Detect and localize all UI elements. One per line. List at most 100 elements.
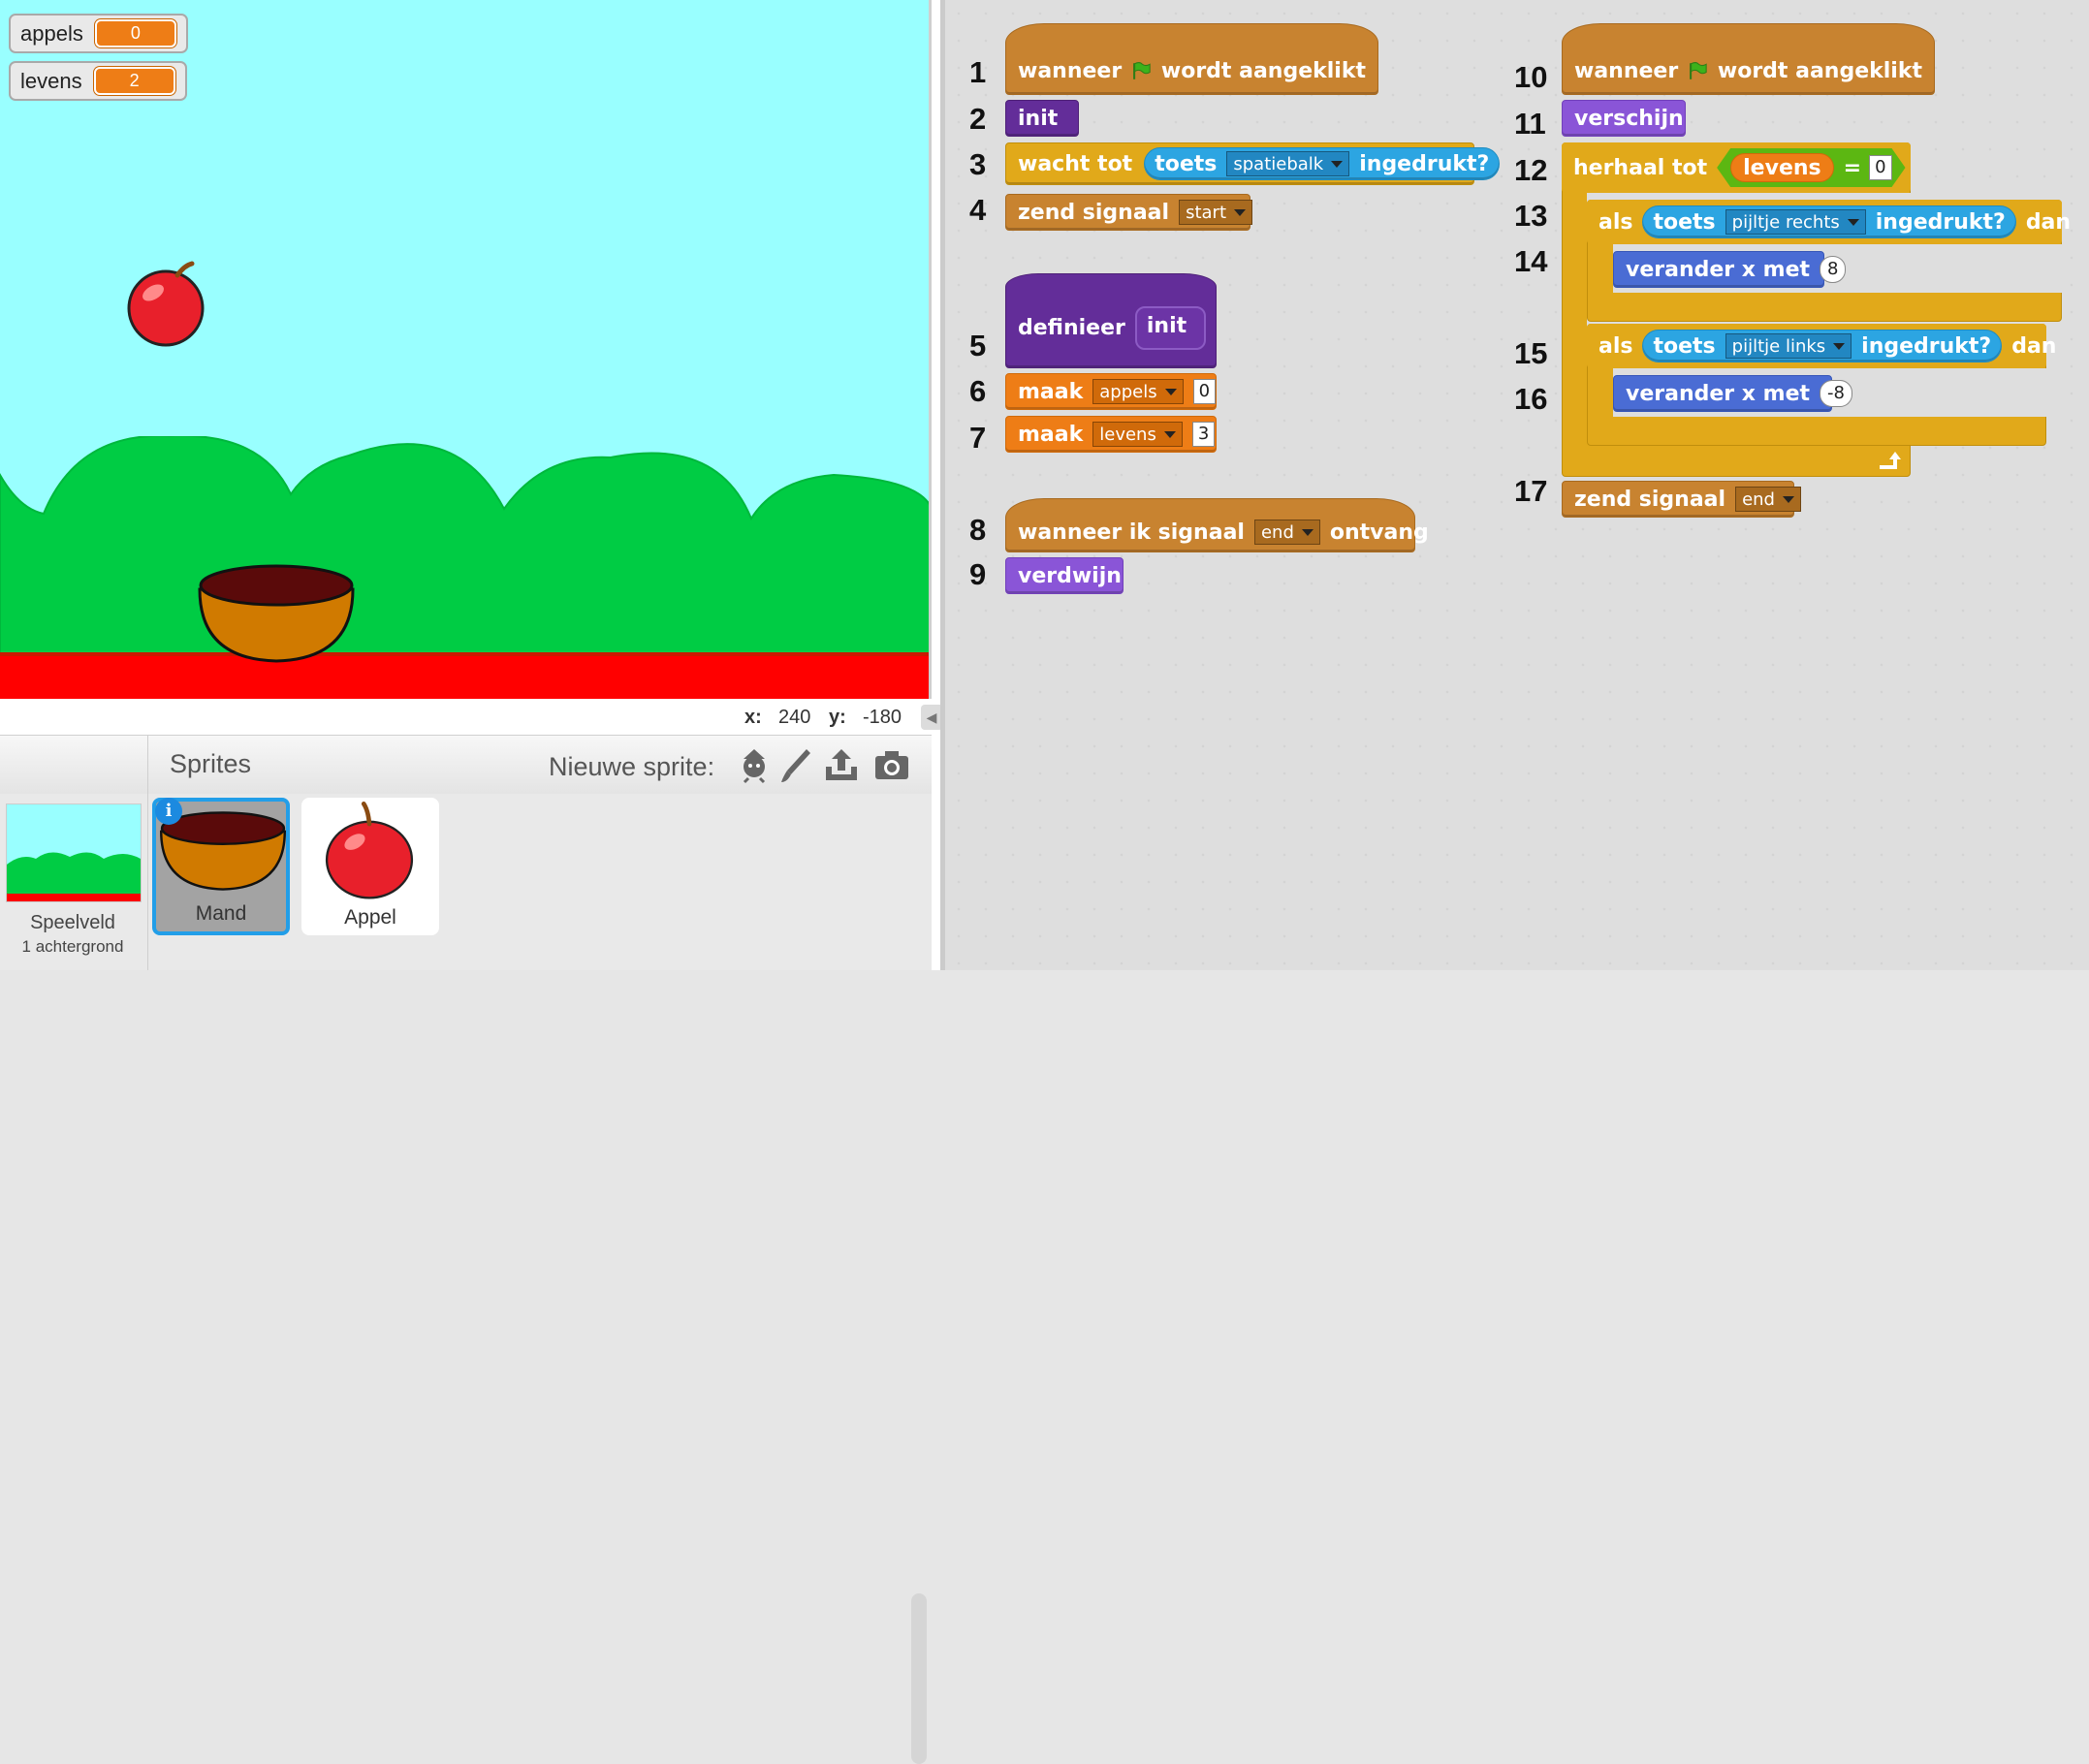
loop-arrow-icon <box>1880 452 1901 469</box>
key-dropdown[interactable]: spatiebalk <box>1226 151 1350 176</box>
sprite-list-scrollbar[interactable] <box>911 1593 927 1764</box>
key-pressed-block[interactable]: toets spatiebalk ingedrukt? <box>1144 147 1501 180</box>
upload-sprite-icon[interactable] <box>822 745 861 784</box>
line-number: 14 <box>1514 244 1548 278</box>
green-flag-icon <box>1133 62 1151 79</box>
line-number: 7 <box>969 421 987 455</box>
paint-brush-icon[interactable] <box>777 745 816 784</box>
signal-dropdown[interactable]: end <box>1253 520 1320 545</box>
value-input[interactable]: 0 <box>1192 379 1217 404</box>
dropdown-value: spatiebalk <box>1233 153 1324 174</box>
monitor-label: levens <box>20 68 82 93</box>
sprite-tile-appel[interactable]: Appel <box>301 798 439 935</box>
info-icon[interactable]: i <box>155 798 182 825</box>
change-x-block[interactable]: verander x met 8 <box>1613 251 1847 288</box>
broadcast-dropdown[interactable]: end <box>1735 487 1801 512</box>
sprite-panel-header: Sprites Nieuwe sprite: <box>0 735 932 795</box>
stage-thumbnail-column[interactable]: Speelveld 1 achtergrond <box>0 794 148 970</box>
value-input[interactable]: 3 <box>1191 422 1216 447</box>
block-text: zend signaal <box>1574 487 1726 512</box>
repeat-until-header[interactable]: herhaal tot levens = 0 <box>1562 142 1911 193</box>
broadcast-block[interactable]: zend signaal end <box>1562 481 1801 518</box>
block-text: verander x met <box>1626 381 1811 406</box>
dropdown-value: end <box>1260 521 1294 543</box>
line-number: 5 <box>969 329 987 362</box>
block-text: herhaal tot <box>1573 155 1708 180</box>
block-text: als <box>1598 209 1633 235</box>
block-text: wordt aangeklikt <box>1160 58 1366 83</box>
number-input[interactable]: -8 <box>1820 380 1852 407</box>
chevron-down-icon <box>1234 208 1247 216</box>
monitor-value: 2 <box>93 67 175 95</box>
block-text: wanneer <box>1574 58 1679 83</box>
block-text: dan <box>2011 333 2057 359</box>
apple-sprite[interactable] <box>124 260 211 347</box>
when-flag-clicked-block[interactable]: wanneer wordt aangeklikt <box>1005 23 1378 95</box>
define-block[interactable]: definieer init <box>1005 273 1217 368</box>
collapse-stage-arrow-icon[interactable]: ◀ <box>921 705 942 730</box>
broadcast-dropdown[interactable]: start <box>1179 200 1253 225</box>
hide-block[interactable]: verdwijn <box>1005 557 1124 594</box>
sprite-library-icon[interactable] <box>735 745 774 784</box>
stage-thumbnail[interactable] <box>6 803 142 902</box>
block-text: init <box>1018 106 1059 131</box>
variable-monitor-appels[interactable]: appels 0 <box>9 14 188 53</box>
variable-dropdown[interactable]: levens <box>1092 422 1183 447</box>
block-text: wacht tot <box>1018 151 1133 176</box>
block-text: verschijn <box>1574 106 1684 131</box>
scripts-area[interactable]: 1 2 3 4 5 6 7 8 9 10 11 12 13 14 15 16 1… <box>945 0 2089 970</box>
key-dropdown[interactable]: pijltje rechts <box>1725 209 1866 235</box>
dropdown-value: appels <box>1099 381 1157 402</box>
variable-monitor-levens[interactable]: levens 2 <box>9 61 187 101</box>
line-number: 13 <box>1514 199 1548 233</box>
block-text: als <box>1598 333 1633 359</box>
block-text: toets <box>1653 333 1716 359</box>
basket-thumbnail <box>160 811 286 891</box>
block-text: zend signaal <box>1018 200 1170 225</box>
key-dropdown[interactable]: pijltje links <box>1725 333 1852 359</box>
levens-variable-reporter[interactable]: levens <box>1730 153 1833 182</box>
show-block[interactable]: verschijn <box>1562 100 1686 137</box>
wait-until-block[interactable]: wacht tot toets spatiebalk ingedrukt? <box>1005 142 1501 185</box>
block-text: maak <box>1018 422 1084 447</box>
line-number: 6 <box>969 374 987 408</box>
when-flag-clicked-block[interactable]: wanneer wordt aangeklikt <box>1562 23 1935 95</box>
chevron-down-icon <box>1783 495 1794 503</box>
broadcast-block[interactable]: zend signaal start <box>1005 194 1253 231</box>
equals-sign: = <box>1843 155 1862 180</box>
chevron-down-icon <box>1163 430 1176 438</box>
variable-dropdown[interactable]: appels <box>1092 379 1184 404</box>
equals-operator-block[interactable]: levens = 0 <box>1717 148 1905 187</box>
line-number: 16 <box>1514 382 1548 416</box>
line-number: 17 <box>1514 474 1548 508</box>
mouse-coordinates: x: 240 y: -180 <box>0 701 932 735</box>
if-right-header[interactable]: als toets pijltje rechts ingedrukt? dan <box>1587 200 2071 244</box>
when-receive-block[interactable]: wanneer ik signaal end ontvang <box>1005 498 1429 552</box>
line-number: 15 <box>1514 336 1548 370</box>
line-number: 11 <box>1514 107 1546 141</box>
if-left-header[interactable]: als toets pijltje links ingedrukt? dan <box>1587 324 2056 368</box>
apple-thumbnail <box>325 802 414 899</box>
set-variable-block[interactable]: maak appels 0 <box>1005 373 1217 410</box>
value-input[interactable]: 0 <box>1869 155 1891 180</box>
set-variable-block[interactable]: maak levens 3 <box>1005 416 1217 453</box>
line-number: 12 <box>1514 153 1548 187</box>
key-pressed-block[interactable]: toets pijltje links ingedrukt? <box>1642 330 2003 362</box>
block-text: ontvang <box>1329 520 1429 545</box>
change-x-block[interactable]: verander x met -8 <box>1613 375 1852 412</box>
line-number: 3 <box>969 147 987 181</box>
basket-sprite[interactable] <box>196 562 357 665</box>
dropdown-value: start <box>1186 202 1227 223</box>
camera-icon[interactable] <box>872 745 911 784</box>
stage-thumbnail-image <box>7 852 141 901</box>
left-pane: appels 0 levens 2 x: 240 y: -180 ◀ Sprit… <box>0 0 942 1764</box>
init-call-block[interactable]: init <box>1005 100 1079 137</box>
stage[interactable]: appels 0 levens 2 <box>0 0 932 699</box>
key-pressed-block[interactable]: toets pijltje rechts ingedrukt? <box>1642 205 2016 238</box>
number-input[interactable]: 8 <box>1820 256 1847 283</box>
y-value: -180 <box>863 707 902 728</box>
x-value: 240 <box>778 707 811 728</box>
line-number: 2 <box>969 102 987 136</box>
block-text: dan <box>2025 209 2072 235</box>
sprite-list: Speelveld 1 achtergrond Mand Appel <box>0 794 932 1764</box>
